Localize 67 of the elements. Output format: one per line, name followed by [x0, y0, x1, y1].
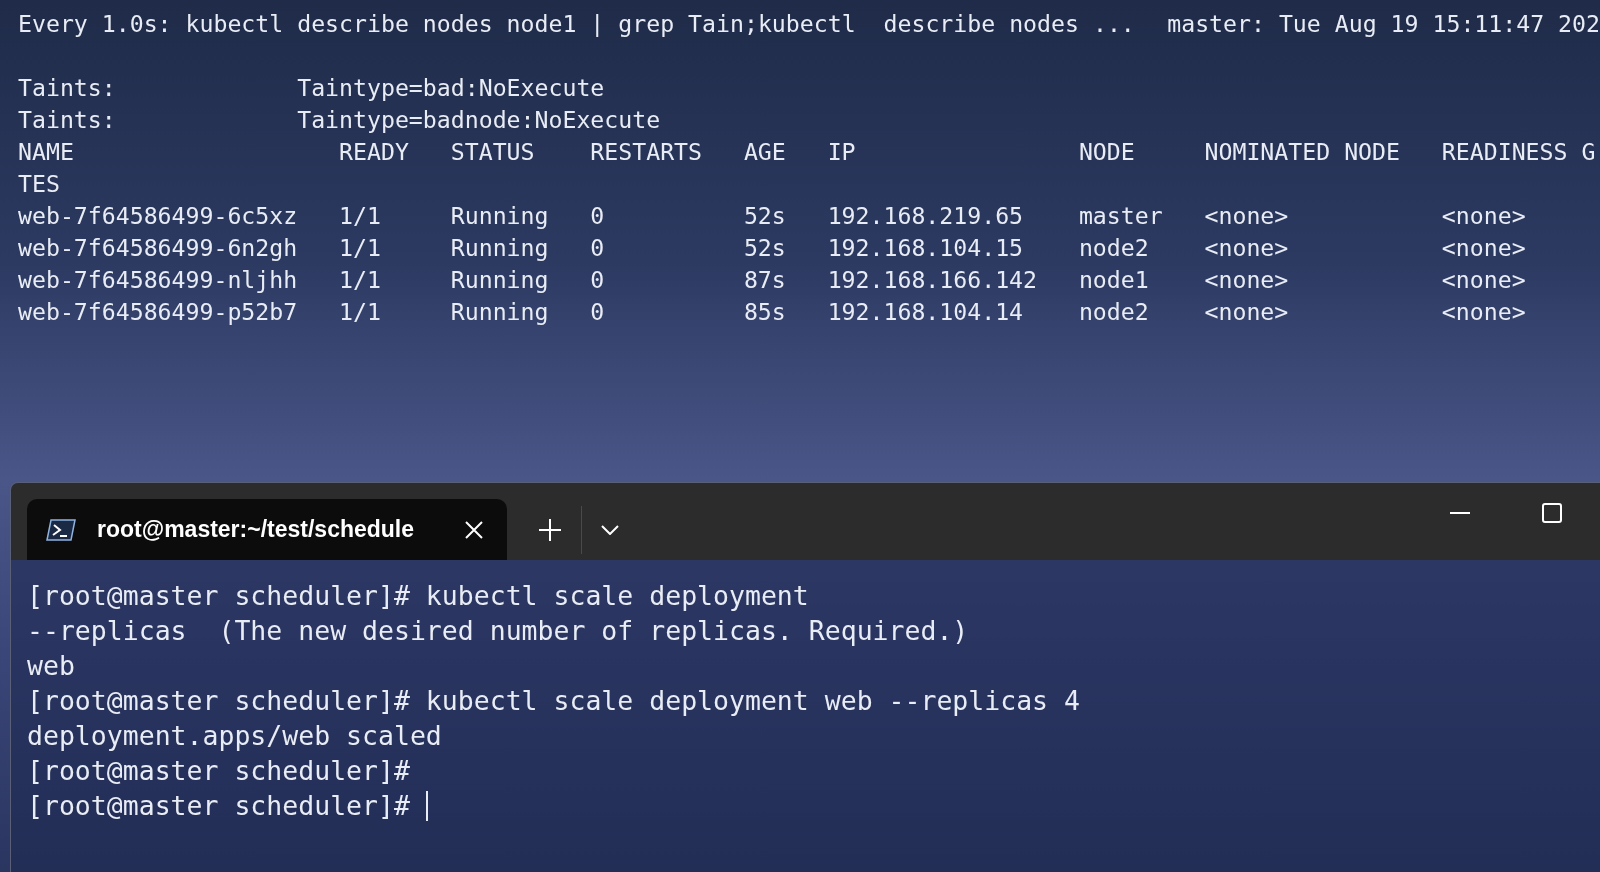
terminal-line: [root@master scheduler]# [27, 754, 410, 788]
table-cell-text: <none> [1204, 201, 1290, 231]
tab-title: root@master:~/test/schedule [97, 515, 415, 545]
terminal-line: --replicas (The new desired number of replicas. Required.) [27, 614, 969, 648]
table-cell-text: <none> [1204, 297, 1290, 327]
table-cell-text: <none> [1204, 233, 1290, 263]
table-cell-text: web-7f64586499-6c5xz [18, 201, 299, 231]
table-cell-text: web-7f64586499-p52b7 [18, 297, 299, 327]
watch-command: Every 1.0s: kubectl describe nodes node1 | grep Tain;kubectl describe nodes ... [18, 9, 1135, 39]
table-cell-text: 0 [590, 233, 606, 263]
table-cell-text: Running [450, 201, 550, 231]
column-header: AGE [743, 137, 787, 167]
table-cell-text: 52s [743, 201, 787, 231]
column-header: READY [339, 137, 410, 167]
table-cell-text: web-7f64586499-6n2gh [18, 233, 299, 263]
table-cell-text: 192.168.219.65 [827, 201, 1025, 231]
column-header: STATUS [450, 137, 536, 167]
column-header: NOMINATED NODE [1204, 137, 1401, 167]
taint-label: Taints: [18, 105, 117, 135]
table-cell-text: 52s [743, 233, 787, 263]
terminal-line: [root@master scheduler]# kubectl scale deployment web --replicas 4 [27, 684, 1080, 718]
host-time: master: Tue Aug 19 15:11:47 202 [1167, 9, 1600, 39]
table-cell-text: 1/1 [339, 233, 382, 263]
terminal-line: [root@master scheduler]# [27, 789, 411, 823]
table-cell-text: 192.168.166.142 [827, 265, 1039, 295]
minimize-icon[interactable] [1450, 511, 1470, 515]
table-cell-text: <none> [1441, 265, 1526, 295]
column-header: NAME [18, 137, 75, 167]
table-cell-text: Running [450, 265, 550, 295]
column-header: NODE [1078, 137, 1136, 167]
table-cell-text: 0 [590, 265, 606, 295]
terminal-tab[interactable]: root@master:~/test/schedule [27, 499, 507, 560]
terminal-line: web [27, 649, 75, 683]
table-cell-text: <none> [1441, 201, 1526, 231]
column-header: RESTARTS [590, 137, 704, 167]
table-cell-text: 0 [590, 297, 606, 327]
table-cell-text: Running [450, 297, 550, 327]
powershell-icon [45, 517, 77, 542]
maximize-icon[interactable] [1542, 503, 1562, 523]
terminal-line: deployment.apps/web scaled [27, 719, 442, 753]
column-header: TES [18, 169, 60, 199]
table-cell-text: node2 [1078, 297, 1150, 327]
column-header: IP [827, 137, 857, 167]
chevron-down-icon[interactable] [601, 524, 619, 535]
table-cell-text: <none> [1441, 233, 1526, 263]
column-header: READINESS G [1441, 137, 1596, 167]
table-cell-text: 85s [743, 297, 787, 327]
table-cell-text: 192.168.104.15 [827, 233, 1025, 263]
table-cell-text: Running [450, 233, 550, 263]
new-tab-icon[interactable] [539, 518, 561, 541]
table-cell-text: 1/1 [339, 201, 382, 231]
table-cell-text: node2 [1078, 233, 1150, 263]
table-cell-text: 192.168.104.14 [827, 297, 1025, 327]
table-cell-text: master [1078, 201, 1164, 231]
table-cell-text: 0 [590, 201, 606, 231]
table-cell-text: <none> [1204, 265, 1290, 295]
table-cell-text: 87s [743, 265, 787, 295]
terminal-line: [root@master scheduler]# kubectl scale deployment [27, 579, 809, 613]
table-cell-text: web-7f64586499-nljhh [18, 265, 299, 295]
table-cell-text: 1/1 [339, 265, 382, 295]
table-cell-text: 1/1 [339, 297, 382, 327]
taint-value: Taintype=bad:NoExecute [297, 73, 605, 103]
table-cell-text: node1 [1078, 265, 1150, 295]
table-cell-text: <none> [1441, 297, 1526, 327]
taint-value: Taintype=badnode:NoExecute [297, 105, 661, 135]
taint-label: Taints: [18, 73, 117, 103]
close-icon[interactable] [465, 520, 483, 539]
